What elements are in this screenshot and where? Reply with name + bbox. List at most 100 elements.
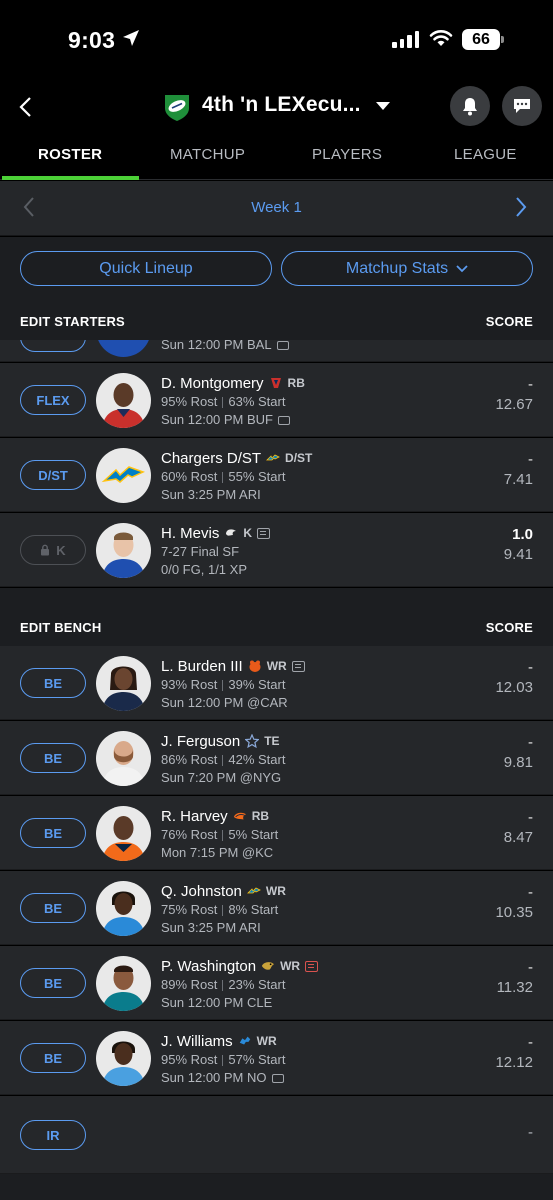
tv-icon	[278, 415, 290, 425]
player-row[interactable]: BE R. Harvey RB 76% Rost 5% Start Mon 7:1…	[0, 796, 553, 870]
player-name[interactable]: R. Harvey	[161, 808, 228, 825]
player-avatar	[96, 373, 151, 428]
back-button[interactable]	[12, 92, 38, 122]
player-info: P. Washington WR 89% Rost 23% Start Sun 1…	[161, 956, 319, 1012]
chargers-logo-icon	[266, 451, 280, 465]
player-news-icon[interactable]	[257, 527, 271, 539]
game-info: Sun 3:25 PM ARI	[161, 920, 261, 935]
bears-logo-icon	[248, 659, 262, 673]
player-row[interactable]: FLEX D. Montgomery RB 95% Rost 63% Start …	[0, 363, 553, 437]
quick-lineup-label: Quick Lineup	[99, 259, 193, 277]
player-avatar	[96, 731, 151, 786]
slot-bench-button[interactable]: BE	[20, 968, 86, 998]
player-avatar	[96, 656, 151, 711]
slot-bench-button[interactable]: BE	[20, 893, 86, 923]
slot-dst-button[interactable]: D/ST	[20, 460, 86, 490]
player-info: J. Ferguson TE 86% Rost 42% Start Sun 7:2…	[161, 731, 285, 787]
player-news-alert-icon[interactable]	[305, 960, 319, 972]
slot-button[interactable]	[20, 340, 86, 352]
edit-bench-title[interactable]: EDIT BENCH	[20, 620, 101, 635]
tab-players[interactable]: PLAYERS	[312, 146, 382, 163]
player-name[interactable]: Q. Johnston	[161, 883, 242, 900]
clock: 9:03	[68, 27, 116, 53]
slot-flex-button[interactable]: FLEX	[20, 385, 86, 415]
player-avatar	[96, 956, 151, 1011]
week-label[interactable]: Week 1	[0, 199, 553, 216]
player-info: L. Burden III WR 93% Rost 39% Start Sun 1…	[161, 656, 305, 712]
game-info: Sun 3:25 PM ARI	[161, 487, 261, 502]
divider	[222, 1054, 224, 1066]
edit-starters-title[interactable]: EDIT STARTERS	[20, 314, 125, 329]
rost-start-stats: 75% Rost 8% Start	[161, 902, 279, 917]
slot-bench-button[interactable]: BE	[20, 818, 86, 848]
score-cell: - 11.32	[497, 959, 533, 999]
player-name[interactable]: Chargers D/ST	[161, 450, 261, 467]
player-row[interactable]: BE J. Williams WR 95% Rost 57% Start Sun …	[0, 1021, 553, 1095]
player-news-icon[interactable]	[291, 660, 305, 672]
player-name[interactable]: P. Washington	[161, 958, 256, 975]
slot-ir-button[interactable]: IR	[20, 1120, 86, 1150]
team-switch-caret-icon[interactable]	[376, 102, 390, 110]
player-name[interactable]: L. Burden III	[161, 658, 243, 675]
player-row-partial[interactable]: Sun 12:00 PM BAL	[0, 340, 553, 362]
game-info: Sun 12:00 PM NO	[161, 1069, 285, 1087]
slot-k-locked-button: K	[20, 535, 86, 565]
chat-button[interactable]	[502, 86, 542, 126]
projected-score: 8.47	[503, 829, 533, 846]
player-row[interactable]: BE L. Burden III WR 93% Rost 39% Start Su…	[0, 646, 553, 720]
player-name[interactable]: H. Mevis	[161, 525, 219, 542]
player-position: WR	[266, 659, 287, 673]
team-name[interactable]: 4th 'n LEXecu...	[202, 93, 361, 117]
player-info: Chargers D/ST D/ST 60% Rost 55% Start Sun…	[161, 448, 312, 504]
lock-icon	[41, 544, 50, 556]
projected-score: 9.81	[503, 754, 533, 771]
slot-bench-button[interactable]: BE	[20, 1043, 86, 1073]
tab-league[interactable]: LEAGUE	[454, 146, 517, 163]
divider	[222, 471, 224, 483]
player-position: WR	[265, 884, 286, 898]
player-row[interactable]: BE P. Washington WR 89% Rost 23% Start Su…	[0, 946, 553, 1020]
player-name[interactable]: J. Williams	[161, 1033, 233, 1050]
chevron-down-icon	[456, 264, 468, 272]
player-name[interactable]: J. Ferguson	[161, 733, 240, 750]
rost-start-stats: 95% Rost 63% Start	[161, 394, 286, 409]
player-avatar	[96, 340, 151, 357]
actual-score: -	[528, 451, 533, 468]
rams-logo-icon	[224, 526, 238, 540]
actual-score: -	[528, 734, 533, 751]
tab-roster[interactable]: ROSTER	[38, 146, 102, 163]
score-cell: - 12.12	[495, 1034, 533, 1074]
slot-bench-button[interactable]: BE	[20, 668, 86, 698]
divider	[222, 829, 224, 841]
chevron-right-icon[interactable]	[514, 196, 528, 218]
quick-lineup-button[interactable]: Quick Lineup	[20, 251, 272, 286]
projected-score: 7.41	[503, 471, 533, 488]
jaguars-logo-icon	[261, 959, 275, 973]
chevron-left-icon	[19, 97, 31, 117]
player-row[interactable]: BE Q. Johnston WR 75% Rost 8% Start Sun 3…	[0, 871, 553, 945]
slot-bench-button[interactable]: BE	[20, 743, 86, 773]
projected-score: 11.32	[496, 979, 533, 996]
game-info: Sun 12:00 PM @CAR	[161, 695, 288, 710]
player-name[interactable]: D. Montgomery	[161, 375, 264, 392]
player-row[interactable]: K H. Mevis K 7-27 Final SF 0/0 FG, 1/1 X…	[0, 513, 553, 587]
notifications-button[interactable]	[450, 86, 490, 126]
score-cell: 1.0 9.41	[504, 526, 533, 566]
player-position: WR	[280, 959, 301, 973]
player-row[interactable]: D/ST Chargers D/ST D/ST 60% Rost 55% Star…	[0, 438, 553, 512]
ir-slot-row[interactable]: IR -	[0, 1096, 553, 1174]
projected-score: 12.03	[495, 679, 533, 696]
divider	[222, 979, 224, 991]
matchup-stats-button[interactable]: Matchup Stats	[281, 251, 533, 286]
tab-matchup[interactable]: MATCHUP	[170, 146, 245, 163]
wifi-icon	[429, 30, 453, 46]
player-row[interactable]: BE J. Ferguson TE 86% Rost 42% Start Sun …	[0, 721, 553, 795]
player-position: D/ST	[285, 451, 313, 465]
broncos-logo-icon	[233, 809, 247, 823]
cellular-signal-icon	[392, 30, 419, 48]
bench-section-header: EDIT BENCH SCORE	[0, 608, 553, 646]
game-info: Mon 7:15 PM @KC	[161, 845, 274, 860]
game-info: Sun 12:00 PM BAL	[161, 340, 289, 354]
score-cell: - 10.35	[495, 884, 533, 924]
player-avatar	[96, 523, 151, 578]
